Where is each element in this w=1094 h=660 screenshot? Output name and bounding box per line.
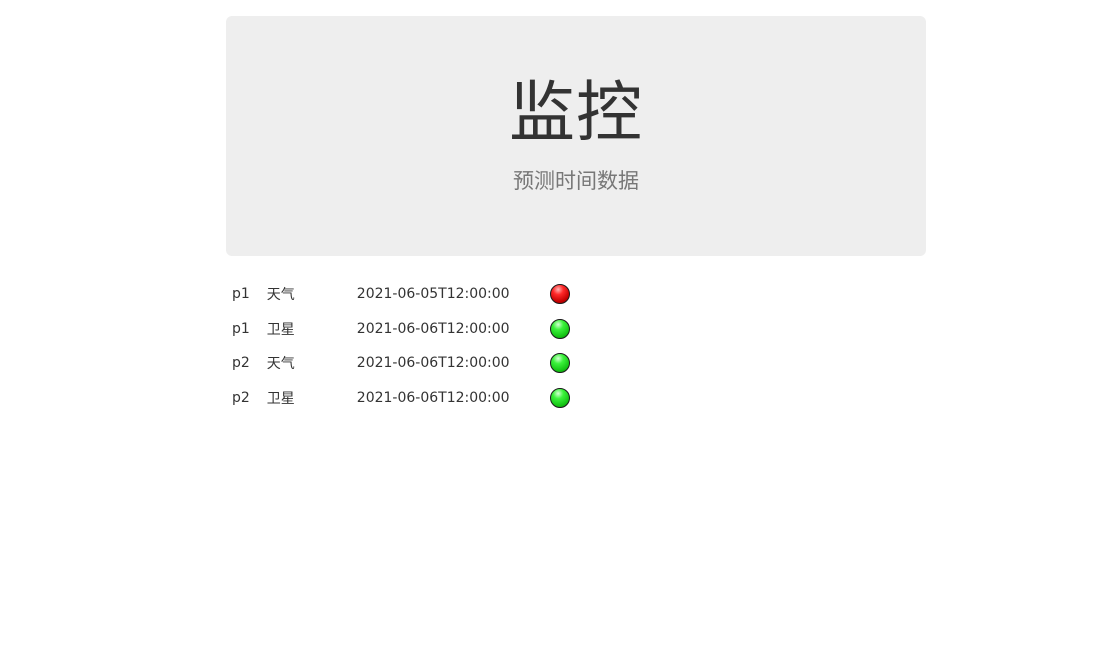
- status-cell: [549, 346, 580, 381]
- table-row: p2 卫星 2021-06-06T12:00:00: [226, 381, 580, 416]
- green-light-icon: [549, 353, 570, 374]
- page-container: 监控 预测时间数据 p1 天气 2021-06-05T12:00:00 p1 卫…: [226, 16, 926, 415]
- type-cell: 卫星: [266, 321, 295, 338]
- green-light-icon: [549, 318, 570, 339]
- time-cell: 2021-06-06T12:00:00: [356, 320, 510, 337]
- red-light-icon: [549, 284, 570, 305]
- status-cell: [549, 381, 580, 416]
- table-row: p2 天气 2021-06-06T12:00:00: [226, 346, 580, 381]
- type-cell: 天气: [266, 287, 295, 304]
- product-cell: p1: [232, 286, 250, 303]
- header-banner: 监控 预测时间数据: [226, 16, 926, 256]
- status-table: p1 天气 2021-06-05T12:00:00 p1 卫星 2021-06-…: [226, 277, 580, 415]
- page-title: 监控: [509, 74, 643, 151]
- table-row: p1 卫星 2021-06-06T12:00:00: [226, 312, 580, 347]
- status-cell: [549, 277, 580, 312]
- time-cell: 2021-06-05T12:00:00: [356, 286, 510, 303]
- status-cell: [549, 312, 580, 347]
- type-cell: 天气: [266, 356, 295, 373]
- product-cell: p2: [232, 355, 250, 372]
- table-row: p1 天气 2021-06-05T12:00:00: [226, 277, 580, 312]
- time-cell: 2021-06-06T12:00:00: [356, 355, 510, 372]
- type-cell: 卫星: [266, 390, 295, 407]
- time-cell: 2021-06-06T12:00:00: [356, 389, 510, 406]
- product-cell: p2: [232, 389, 250, 406]
- product-cell: p1: [232, 320, 250, 337]
- page-subtitle: 预测时间数据: [513, 169, 639, 193]
- green-light-icon: [549, 387, 570, 408]
